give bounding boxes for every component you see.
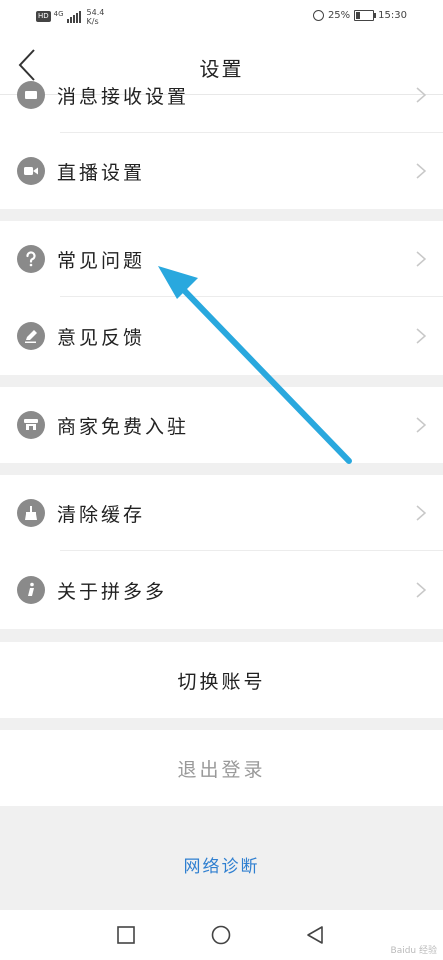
network-speed: 54.4 K/s xyxy=(87,8,105,26)
divider xyxy=(60,296,443,297)
message-icon xyxy=(17,81,45,109)
hd-badge: HD xyxy=(36,11,51,22)
row-message-settings[interactable]: 消息接收设置 xyxy=(0,57,443,133)
status-right: 25% 15:30 xyxy=(312,10,407,21)
chevron-right-icon xyxy=(416,87,427,103)
chevron-right-icon xyxy=(416,251,427,267)
row-label-about: 关于拼多多 xyxy=(57,580,168,603)
network-diagnosis-link[interactable]: 网络诊断 xyxy=(0,852,443,877)
back-nav-button[interactable] xyxy=(305,925,325,949)
speed-unit: K/s xyxy=(86,17,99,26)
status-left: HD 4G 54.4 K/s xyxy=(36,8,104,26)
store-icon xyxy=(17,411,45,439)
chevron-right-icon xyxy=(416,163,427,179)
settings-section-2: 常见问题 意见反馈 xyxy=(0,221,443,375)
divider xyxy=(60,550,443,551)
row-live-settings[interactable]: 直播设置 xyxy=(0,133,443,209)
pencil-icon xyxy=(17,322,45,350)
square-icon xyxy=(117,926,135,944)
home-button[interactable] xyxy=(211,925,231,949)
switch-account-label: 切换账号 xyxy=(177,670,266,693)
row-feedback[interactable]: 意见反馈 xyxy=(0,298,443,374)
broom-icon xyxy=(17,499,45,527)
alarm-icon xyxy=(312,10,324,21)
row-faq[interactable]: 常见问题 xyxy=(0,221,443,297)
row-label-faq: 常见问题 xyxy=(57,249,146,272)
chevron-right-icon xyxy=(416,328,427,344)
info-icon xyxy=(17,576,45,604)
settings-section-4: 清除缓存 关于拼多多 xyxy=(0,475,443,629)
question-icon xyxy=(17,245,45,273)
settings-section-3: 商家免费入驻 xyxy=(0,387,443,463)
row-label-live: 直播设置 xyxy=(57,161,146,184)
settings-section-1: 消息接收设置 直播设置 xyxy=(0,81,443,209)
triangle-back-icon xyxy=(307,926,323,944)
clock: 15:30 xyxy=(378,10,407,21)
chevron-right-icon xyxy=(416,582,427,598)
status-bar: HD 4G 54.4 K/s 25% 15:30 xyxy=(0,0,443,36)
navigation-bar: Baidu 经验 xyxy=(0,910,443,960)
battery-percent: 25% xyxy=(327,10,351,21)
circle-icon xyxy=(211,925,231,945)
video-camera-icon xyxy=(17,157,45,185)
watermark: Baidu 经验 xyxy=(390,946,437,956)
row-clear-cache[interactable]: 清除缓存 xyxy=(0,475,443,551)
logout-button[interactable]: 退出登录 xyxy=(0,730,443,806)
row-about[interactable]: 关于拼多多 xyxy=(0,552,443,628)
speed-value: 54.4 xyxy=(86,8,105,17)
row-label-message: 消息接收设置 xyxy=(57,86,190,108)
signal-icon xyxy=(66,11,81,23)
chevron-right-icon xyxy=(416,505,427,521)
battery-icon xyxy=(354,10,377,21)
row-label-clear-cache: 清除缓存 xyxy=(57,503,146,526)
row-label-merchant: 商家免费入驻 xyxy=(57,415,190,438)
row-merchant[interactable]: 商家免费入驻 xyxy=(0,387,443,463)
recent-apps-button[interactable] xyxy=(117,926,135,948)
chevron-right-icon xyxy=(416,417,427,433)
logout-label: 退出登录 xyxy=(177,758,266,781)
network-type: 4G xyxy=(53,10,64,18)
switch-account-button[interactable]: 切换账号 xyxy=(0,642,443,718)
row-label-feedback: 意见反馈 xyxy=(57,326,146,349)
